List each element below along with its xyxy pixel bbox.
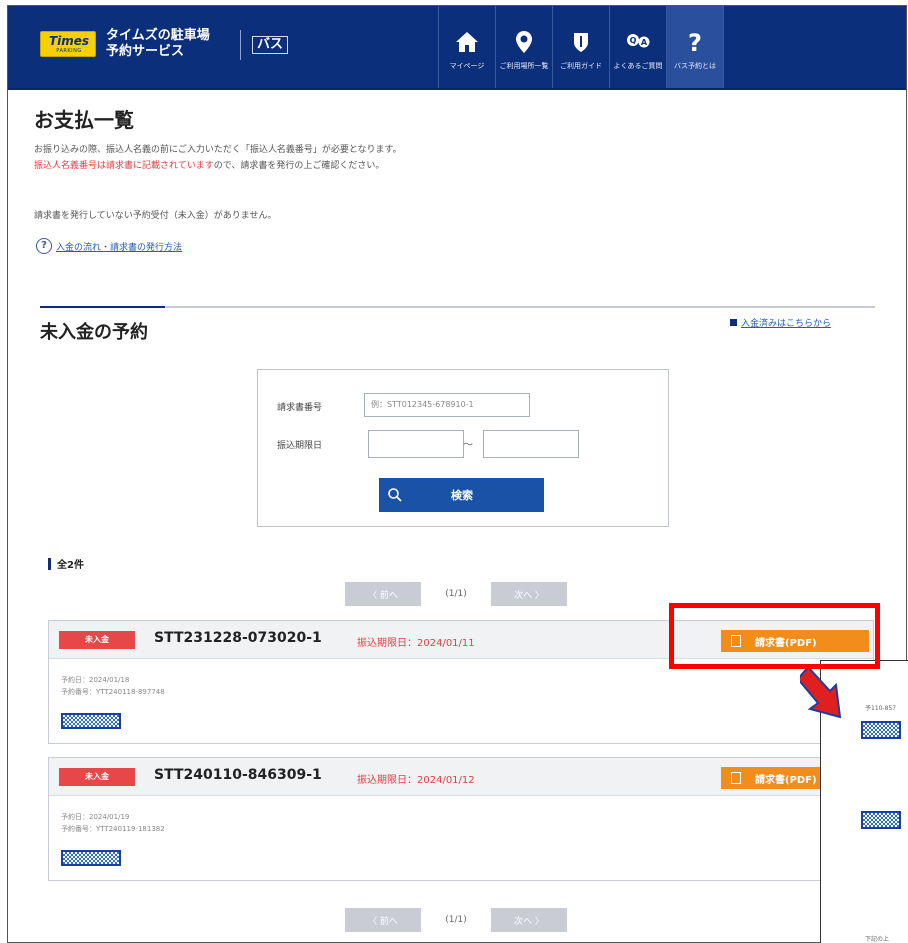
notice-rest: ので、請求書を発行の上ご確認ください。 [213,161,385,171]
nav-label: ご利用場所一覧 [499,62,549,70]
page-frame: Times PARKING タイムズの駐車場 予約サービス バス マイページ ご… [7,5,907,943]
svg-text:?: ? [688,29,702,55]
invoice-pdf-label: 請求書(PDF) [755,774,817,786]
svg-text:A: A [641,38,648,47]
page-indicator: (1/1) [445,589,467,599]
result-count: 全2件 [48,556,84,571]
masked-content [61,850,121,866]
logo-text: Times [48,34,90,48]
payment-deadline: 振込期限日：2024/01/12 [357,775,475,786]
logo-subtext: PARKING [56,48,82,54]
masked-content [61,713,121,729]
annotation-highlight-box [669,603,880,669]
search-icon [388,488,402,502]
invoice-number: STT240110-846309-1 [154,767,322,783]
reservation-date: 予約日：2024/01/18 [61,676,130,684]
prev-page-button[interactable]: 〈 前へ [345,908,421,932]
nav-label: ご利用ガイド [560,62,602,70]
prev-page-button[interactable]: 〈 前へ [345,582,421,606]
invoice-card-header: 未入金 STT240110-846309-1 振込期限日：2024/01/12 … [49,758,873,796]
faq-icon: Q A [627,34,650,48]
nav-locations[interactable]: ご利用場所一覧 [495,6,552,88]
zoomed-masked-content [861,721,901,739]
invoice-number: STT231228-073020-1 [154,630,322,646]
pagination-top: 〈 前へ (1/1) 次へ 〉 [345,582,567,606]
zoomed-footer-text: 下記の上 [865,936,890,943]
header-divider [240,30,241,60]
site-header: Times PARKING タイムズの駐車場 予約サービス バス マイページ ご… [8,6,906,90]
no-unissued-message: 請求書を発行していない予約受付（未入金）がありません。 [34,211,277,221]
section-divider [40,306,875,308]
section-divider-accent [40,306,165,308]
help-icon: ? [36,238,52,254]
document-icon [731,772,741,784]
search-button[interactable]: 検索 [379,478,544,512]
range-separator: 〜 [463,440,473,451]
deadline-from-input[interactable] [368,430,464,458]
notice-text: お振り込みの際、振込人名義の前にご入力いただく「振込人名義番号」が必要となります… [34,145,402,155]
reservation-number: 予約番号：YTT240119-181382 [61,825,165,833]
status-badge: 未入金 [59,768,135,786]
invoice-card: 未入金 STT240110-846309-1 振込期限日：2024/01/12 … [48,757,874,881]
nav-label: よくあるご質問 [613,62,663,70]
bus-label: バス [252,36,289,54]
deadline-to-input[interactable] [483,430,579,458]
pagination-bottom: 〈 前へ (1/1) 次へ 〉 [345,908,567,932]
invoice-number-label: 請求書番号 [277,403,323,413]
next-page-button[interactable]: 次へ 〉 [491,908,567,932]
link-bullet-icon [730,319,737,326]
search-button-label: 検索 [451,489,473,502]
notice-highlight: 振込人名義番号は請求書に記載されています [34,161,214,171]
zoomed-masked-content [861,811,901,829]
page-title: お支払一覧 [34,108,134,132]
section-title: 未入金の予約 [40,322,148,343]
times-logo[interactable]: Times PARKING [40,31,96,57]
nav-label: バス予約とは [674,62,716,70]
notice-text-2: 振込人名義番号は請求書に記載されていますので、請求書を発行の上ご確認ください。 [34,158,384,171]
home-icon [456,32,478,52]
paid-list-link-text[interactable]: 入金済みはこちらから [741,316,831,329]
annotation-arrow-icon [800,665,842,719]
service-name-line1: タイムズの駐車場 [106,28,210,43]
zoomed-meta-text: 予110-857 [865,705,897,712]
search-form: 請求書番号 例：STT012345-678910-1 振込期限日 〜 検索 [257,369,669,527]
nav-mypage[interactable]: マイページ [438,6,495,88]
nav-label: マイページ [449,62,485,70]
invoice-number-input[interactable]: 例：STT012345-678910-1 [364,393,530,417]
question-icon: ? [688,29,702,55]
nav-divider [723,6,724,88]
nav-guide[interactable]: ご利用ガイド [552,6,609,88]
payment-flow-link[interactable]: 入金の流れ・請求書の発行方法 [56,240,182,253]
page-indicator: (1/1) [445,915,467,925]
guide-icon [574,33,588,52]
result-count-text: 全2件 [57,560,84,571]
next-page-button[interactable]: 次へ 〉 [491,582,567,606]
count-bar [48,557,51,570]
nav-about-bus[interactable]: ? バス予約とは [666,6,723,88]
payment-deadline: 振込期限日：2024/01/11 [357,638,475,649]
paid-list-link[interactable]: 入金済みはこちらから [730,316,831,329]
service-name: タイムズの駐車場 予約サービス [106,28,210,60]
help-link-row[interactable]: ? 入金の流れ・請求書の発行方法 [36,238,182,254]
main-nav: マイページ ご利用場所一覧 ご利用ガイド Q A よくあるご質問 ? バス予約と… [438,6,724,88]
status-badge: 未入金 [59,631,135,649]
nav-faq[interactable]: Q A よくあるご質問 [609,6,666,88]
svg-text:Q: Q [630,36,637,45]
location-pin-icon [516,31,532,53]
reservation-number: 予約番号：YTT240118-897748 [61,688,165,696]
service-name-line2: 予約サービス [106,44,185,59]
reservation-date: 予約日：2024/01/19 [61,813,130,821]
deadline-label: 振込期限日 [277,441,323,451]
